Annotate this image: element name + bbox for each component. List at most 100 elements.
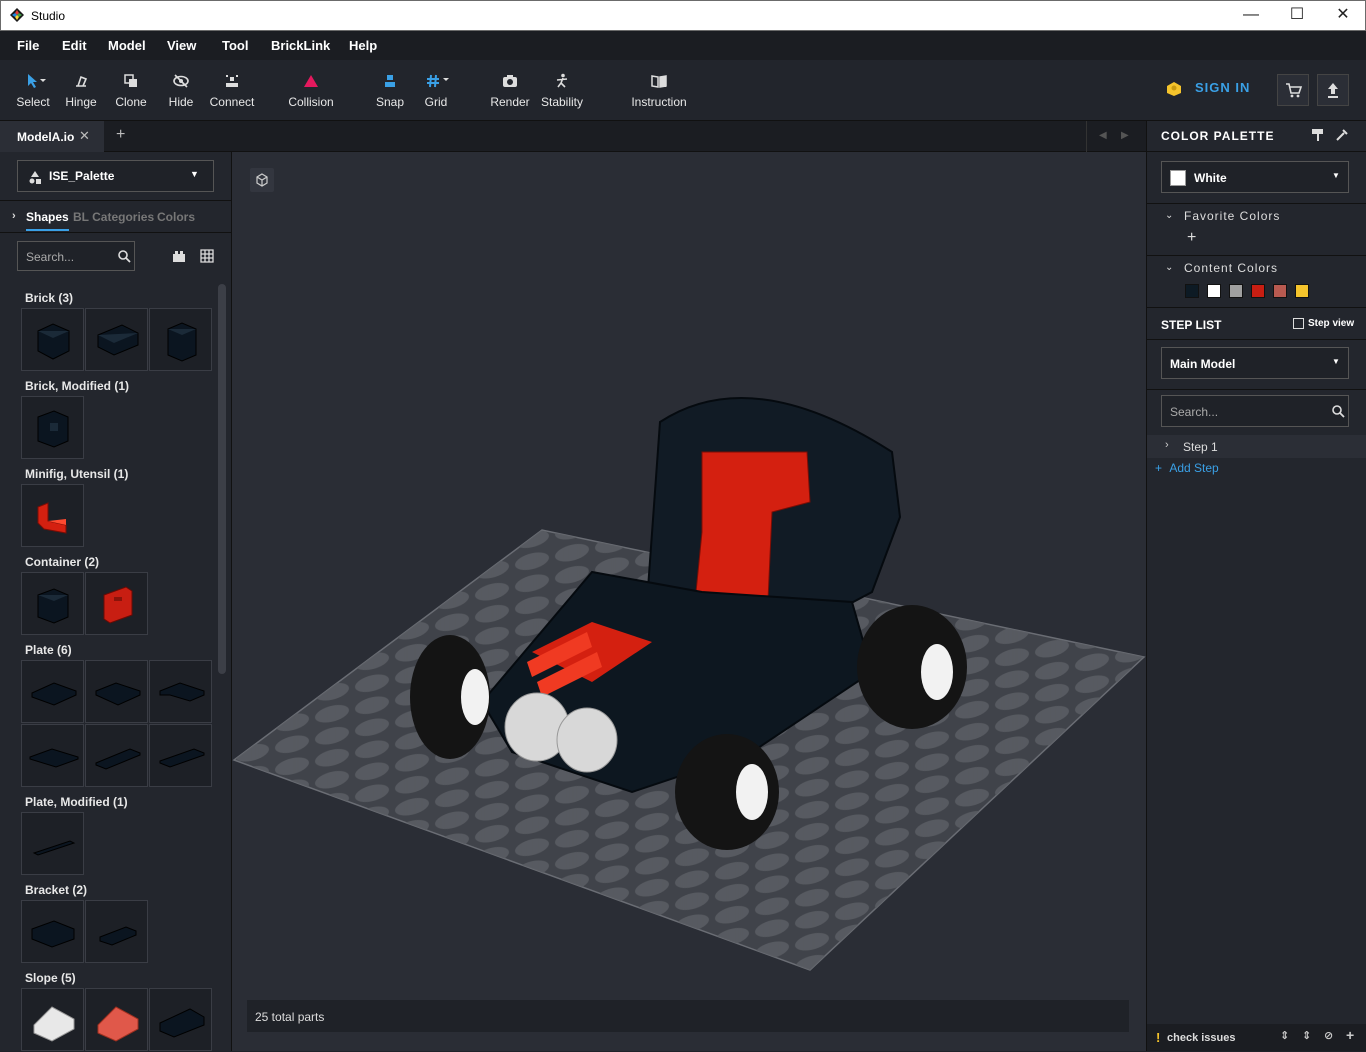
favorite-colors-header[interactable]: Favorite Colors bbox=[1184, 209, 1280, 223]
upload-button[interactable] bbox=[1317, 74, 1349, 106]
content-swatch-red[interactable] bbox=[1251, 284, 1265, 298]
check-issues-link[interactable]: check issues bbox=[1167, 1032, 1236, 1044]
hide-issues-eye-icon[interactable]: ⊘ bbox=[1324, 1029, 1333, 1042]
part-cell[interactable] bbox=[85, 660, 148, 723]
favorite-collapse-chevron-icon[interactable]: ⌄ bbox=[1165, 210, 1173, 221]
menu-file[interactable]: File bbox=[17, 38, 39, 53]
hinge-tool[interactable]: Hinge bbox=[58, 60, 104, 120]
add-favorite-color-button[interactable]: + bbox=[1187, 229, 1196, 247]
part-cell[interactable] bbox=[21, 572, 84, 635]
connect-tool[interactable]: Connect bbox=[206, 60, 258, 120]
part-cell[interactable] bbox=[21, 724, 84, 787]
category-plate[interactable]: Plate (6) bbox=[25, 643, 72, 657]
step-search-input[interactable]: Search... bbox=[1161, 395, 1349, 427]
part-cell[interactable] bbox=[21, 660, 84, 723]
menu-view[interactable]: View bbox=[167, 38, 196, 53]
category-brick-modified[interactable]: Brick, Modified (1) bbox=[25, 379, 129, 393]
hide-tool[interactable]: Hide bbox=[158, 60, 204, 120]
select-tool[interactable]: Select bbox=[10, 60, 56, 120]
render-tool[interactable]: Render bbox=[488, 60, 532, 120]
issues-footer: ! check issues ⇕ ⇕ ⊘ + bbox=[1147, 1024, 1366, 1051]
tab-modela[interactable]: ModelA.io ✕ bbox=[0, 121, 104, 152]
part-cell[interactable] bbox=[21, 988, 84, 1051]
snap-tool[interactable]: Snap bbox=[368, 60, 412, 120]
eyedropper-icon[interactable] bbox=[1335, 128, 1349, 142]
part-cell[interactable] bbox=[149, 988, 212, 1051]
wheel bbox=[410, 635, 490, 759]
expand-all-icon[interactable]: ⇕ bbox=[1302, 1029, 1311, 1042]
part-cell[interactable] bbox=[85, 988, 148, 1051]
parts-search-input[interactable]: Search... bbox=[17, 241, 135, 271]
3d-viewport[interactable]: 25 total parts bbox=[232, 152, 1146, 1051]
collapse-chevron-icon[interactable]: › bbox=[12, 210, 16, 222]
instruction-tool[interactable]: Instruction bbox=[626, 60, 692, 120]
close-tab-icon[interactable]: ✕ bbox=[79, 128, 90, 144]
add-tab-button[interactable]: + bbox=[116, 126, 125, 144]
content-collapse-chevron-icon[interactable]: ⌄ bbox=[1165, 262, 1173, 273]
content-swatch-yellow[interactable] bbox=[1295, 284, 1309, 298]
menu-edit[interactable]: Edit bbox=[62, 38, 87, 53]
shapes-icon bbox=[29, 171, 41, 184]
part-cell[interactable] bbox=[21, 308, 84, 371]
cart-button[interactable] bbox=[1277, 74, 1309, 106]
cart-icon bbox=[1286, 83, 1303, 98]
menu-help[interactable]: Help bbox=[349, 38, 377, 53]
category-bracket[interactable]: Bracket (2) bbox=[25, 883, 87, 897]
brick-view-icon[interactable] bbox=[172, 249, 186, 263]
part-cell[interactable] bbox=[85, 724, 148, 787]
grid-view-icon[interactable] bbox=[200, 249, 214, 263]
model-dropdown[interactable]: Main Model ▼ bbox=[1161, 347, 1349, 379]
category-minifig-utensil[interactable]: Minifig, Utensil (1) bbox=[25, 467, 128, 481]
color-dropdown[interactable]: White ▼ bbox=[1161, 161, 1349, 193]
palette-scrollbar[interactable] bbox=[218, 284, 226, 674]
paint-roller-icon[interactable] bbox=[1311, 128, 1325, 142]
collapse-all-icon[interactable]: ⇕ bbox=[1280, 1029, 1289, 1042]
part-cell[interactable] bbox=[85, 572, 148, 635]
category-plate-modified[interactable]: Plate, Modified (1) bbox=[25, 795, 128, 809]
add-issue-icon[interactable]: + bbox=[1346, 1027, 1354, 1043]
part-cell[interactable] bbox=[149, 660, 212, 723]
tab-bl-categories[interactable]: BL Categories bbox=[73, 210, 154, 224]
menu-tool[interactable]: Tool bbox=[222, 38, 248, 53]
stability-tool[interactable]: Stability bbox=[536, 60, 588, 120]
add-step-button[interactable]: + Add Step bbox=[1155, 461, 1219, 475]
part-cell[interactable] bbox=[21, 396, 84, 459]
content-swatch-white[interactable] bbox=[1207, 284, 1221, 298]
tab-colors[interactable]: Colors bbox=[157, 210, 195, 224]
part-cell[interactable] bbox=[85, 900, 148, 963]
content-swatch-black[interactable] bbox=[1185, 284, 1199, 298]
maximize-button[interactable]: ☐ bbox=[1274, 1, 1320, 31]
part-cell[interactable] bbox=[149, 308, 212, 371]
expand-chevron-icon[interactable]: › bbox=[1165, 439, 1169, 451]
category-slope[interactable]: Slope (5) bbox=[25, 971, 76, 985]
part-cell[interactable] bbox=[21, 484, 84, 547]
palette-dropdown[interactable]: ISE_Palette ▼ bbox=[17, 160, 214, 192]
close-window-button[interactable]: ✕ bbox=[1320, 1, 1366, 31]
chevron-down-icon: ▼ bbox=[190, 169, 199, 179]
category-container[interactable]: Container (2) bbox=[25, 555, 99, 569]
tab-next-icon[interactable]: ▶ bbox=[1121, 130, 1129, 141]
category-brick[interactable]: Brick (3) bbox=[25, 291, 73, 305]
content-colors-header[interactable]: Content Colors bbox=[1184, 261, 1278, 275]
clone-tool[interactable]: Clone bbox=[108, 60, 154, 120]
grid-tool[interactable]: Grid bbox=[414, 60, 458, 120]
part-cell[interactable] bbox=[85, 308, 148, 371]
tab-prev-icon[interactable]: ◀ bbox=[1099, 130, 1107, 141]
collision-tool[interactable]: Collision bbox=[282, 60, 340, 120]
content-swatch-trans-red[interactable] bbox=[1273, 284, 1287, 298]
content-swatch-gray[interactable] bbox=[1229, 284, 1243, 298]
step-row[interactable]: › Step 1 bbox=[1147, 435, 1366, 458]
part-cell[interactable] bbox=[21, 812, 84, 875]
part-cell[interactable] bbox=[21, 900, 84, 963]
menu-bricklink[interactable]: BrickLink bbox=[271, 38, 330, 53]
hinge-icon bbox=[76, 75, 88, 87]
tab-shapes[interactable]: Shapes bbox=[26, 210, 69, 231]
window-title: Studio bbox=[31, 9, 66, 23]
menu-model[interactable]: Model bbox=[108, 38, 146, 53]
model-render bbox=[232, 397, 1146, 971]
sign-in-link[interactable]: SIGN IN bbox=[1166, 80, 1250, 95]
minimize-button[interactable]: — bbox=[1228, 1, 1274, 31]
menu-bar: File Edit Model View Tool BrickLink Help bbox=[0, 31, 1366, 60]
step-view-checkbox[interactable] bbox=[1293, 318, 1304, 329]
part-cell[interactable] bbox=[149, 724, 212, 787]
